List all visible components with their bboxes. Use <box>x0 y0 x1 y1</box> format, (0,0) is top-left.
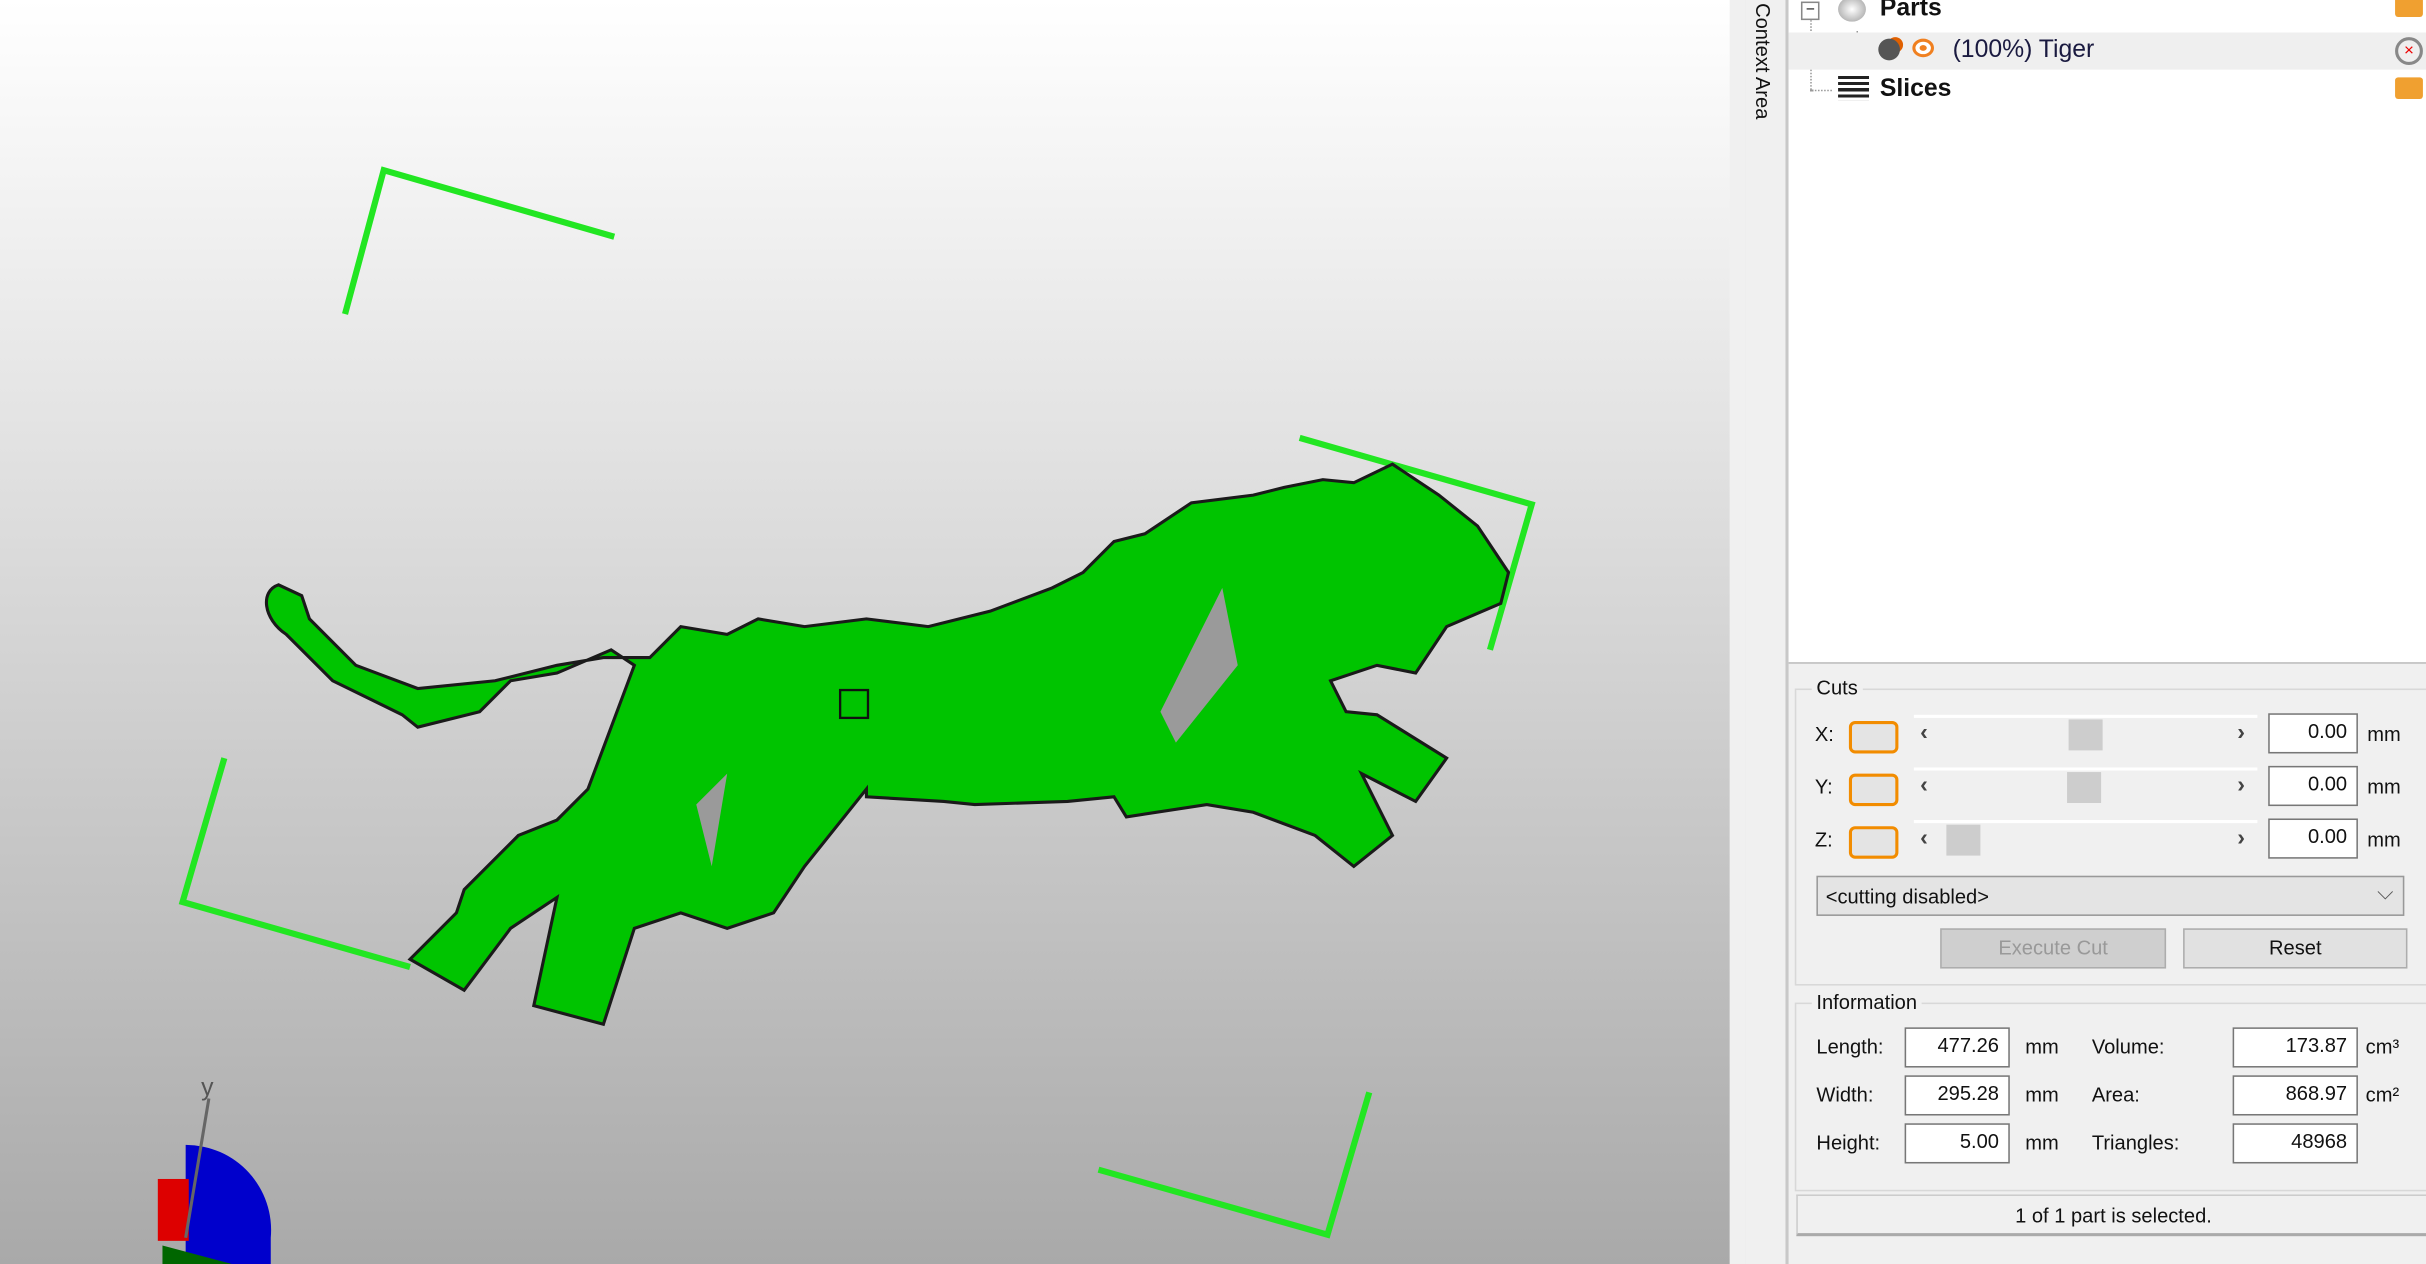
axis-y-label: y <box>201 1074 214 1101</box>
parts-label: Parts <box>1879 0 1942 22</box>
unit-label: mm <box>2367 827 2401 851</box>
volume-value: 173.87 <box>2232 1027 2358 1068</box>
axis-label: Y: <box>1814 775 1833 799</box>
area-label: Area: <box>2091 1083 2140 1107</box>
triangles-label: Triangles: <box>2091 1131 2180 1155</box>
information-title: Information <box>1811 990 1922 1014</box>
unit-label: mm <box>2367 775 2401 799</box>
remove-part-icon[interactable]: × <box>2395 37 2423 65</box>
width-unit: mm <box>2025 1083 2059 1107</box>
cut-y-toggle[interactable] <box>1848 773 1899 807</box>
length-value: 477.26 <box>1904 1027 2010 1068</box>
chevron-down-icon: ⌵ <box>2377 878 2394 904</box>
cut-x-toggle[interactable] <box>1848 720 1899 754</box>
cuts-title: Cuts <box>1811 676 1863 700</box>
triangles-value: 48968 <box>2232 1123 2358 1164</box>
length-label: Length: <box>1816 1035 1884 1059</box>
cut-mode-value: <cutting disabled> <box>1825 884 1989 909</box>
cut-z-toggle[interactable] <box>1848 826 1899 859</box>
cut-mode-select[interactable]: <cutting disabled> ⌵ <box>1816 875 2405 916</box>
height-unit: mm <box>2025 1131 2059 1155</box>
pivot-marker[interactable] <box>838 688 870 720</box>
cut-x-input[interactable]: 0.00 <box>2268 713 2358 754</box>
collapse-icon[interactable]: − <box>1800 1 1820 21</box>
cut-z-input[interactable]: 0.00 <box>2268 818 2358 859</box>
cut-y-input[interactable]: 0.00 <box>2268 765 2358 807</box>
height-value: 5.00 <box>1904 1123 2010 1164</box>
part-name: (100%) Tiger <box>1952 37 2095 64</box>
area-value: 868.97 <box>2232 1075 2358 1116</box>
tree-item-parts[interactable]: − Parts <box>1789 0 2426 29</box>
slices-label: Slices <box>1879 75 1952 103</box>
part-color-icon <box>1878 38 1900 61</box>
volume-unit: cm³ <box>2365 1035 2400 1059</box>
context-area-label: Context Area <box>1751 3 1775 120</box>
3d-viewport[interactable]: y <box>0 0 1730 1264</box>
axis-label: X: <box>1814 722 1834 746</box>
tree-item-tiger[interactable]: (100%) Tiger × <box>1788 32 2426 70</box>
axis-gizmo: y <box>157 1074 272 1264</box>
area-unit: cm² <box>2365 1083 2400 1107</box>
axis-label: Z: <box>1814 827 1833 851</box>
width-value: 295.28 <box>1904 1075 2010 1116</box>
height-label: Height: <box>1816 1131 1881 1155</box>
execute-cut-button[interactable]: Execute Cut <box>1940 928 2167 969</box>
visibility-eye-icon[interactable] <box>1912 38 1934 58</box>
width-label: Width: <box>1816 1083 1874 1107</box>
cut-z-slider[interactable]: ‹ › <box>1913 820 2258 860</box>
tiger-model[interactable] <box>264 462 1511 1027</box>
open-folder-icon[interactable] <box>2395 0 2423 18</box>
reset-button[interactable]: Reset <box>2183 928 2408 969</box>
parts-icon <box>1838 0 1866 22</box>
length-unit: mm <box>2025 1035 2059 1059</box>
object-tree[interactable]: − Parts (100%) Tiger × Slices <box>1788 0 2426 664</box>
selection-status: 1 of 1 part is selected. <box>1796 1194 2426 1237</box>
open-folder-icon[interactable] <box>2395 77 2423 100</box>
volume-label: Volume: <box>2091 1035 2165 1059</box>
unit-label: mm <box>2367 722 2401 746</box>
slices-icon <box>1838 75 1870 101</box>
cut-y-slider[interactable]: ‹ › <box>1913 767 2258 807</box>
panel-splitter[interactable] <box>1729 0 1747 1264</box>
cut-x-slider[interactable]: ‹ › <box>1913 714 2258 755</box>
tree-item-slices[interactable]: Slices <box>1789 71 2426 108</box>
context-area-tab[interactable]: Context Area <box>1745 0 1789 1264</box>
